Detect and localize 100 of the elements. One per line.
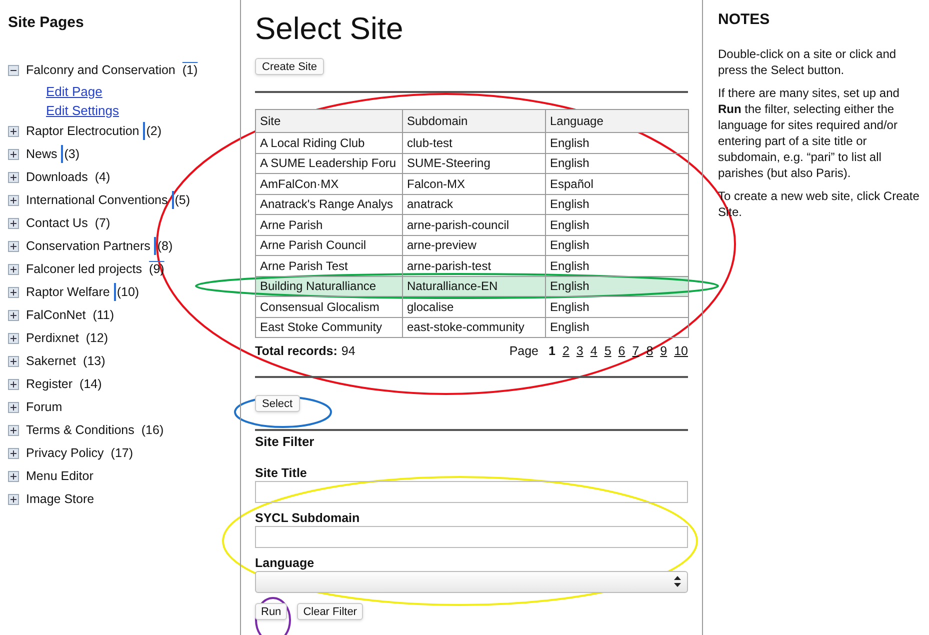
table-cell: SUME-Steering xyxy=(402,153,546,174)
page-link[interactable]: Contact Us xyxy=(26,214,88,232)
table-cell: Arne Parish xyxy=(256,214,402,235)
dropdown-field[interactable] xyxy=(255,570,688,592)
table-cell: East Stoke Community xyxy=(256,317,402,338)
table-row[interactable]: Arne Parish arne-parish-council English xyxy=(256,214,688,235)
table-cell: Arne Parish Test xyxy=(256,256,402,276)
table-row[interactable]: East Stoke Community east-stoke-community English xyxy=(256,317,688,338)
expand-icon[interactable] xyxy=(8,378,19,390)
page-number[interactable]: 4 xyxy=(590,342,598,360)
page-link[interactable]: Sakernet xyxy=(26,352,76,370)
expand-icon[interactable] xyxy=(8,240,19,252)
expand-icon[interactable] xyxy=(8,402,19,412)
create-site-button[interactable]: Create Site xyxy=(255,58,324,75)
page-action-link[interactable]: Edit Settings xyxy=(46,100,119,120)
table-cell: English xyxy=(546,132,688,153)
page-number[interactable]: 6 xyxy=(618,342,626,360)
page-link[interactable]: Privacy Policy xyxy=(26,444,104,462)
expand-icon[interactable] xyxy=(8,126,19,136)
table-cell: Falcon-MX xyxy=(402,174,546,194)
table-row[interactable]: AmFalCon·MX Falcon-MX Español xyxy=(256,174,688,194)
field-label: Site Title xyxy=(255,466,308,480)
sidebar-title: Site Pages xyxy=(8,13,85,33)
expand-icon[interactable] xyxy=(8,332,19,344)
table-cell: arne-parish-test xyxy=(402,256,546,276)
expand-icon[interactable] xyxy=(8,470,19,482)
page-count: (1) xyxy=(181,62,198,79)
expand-icon[interactable] xyxy=(8,310,19,320)
page-count: (7) xyxy=(94,214,110,232)
page-link[interactable]: Conservation Partners xyxy=(26,236,150,256)
page-number[interactable]: 5 xyxy=(604,342,612,360)
expand-icon[interactable] xyxy=(8,494,19,504)
filter-title: Site Filter xyxy=(255,433,316,451)
expand-icon[interactable] xyxy=(8,448,19,458)
table-cell: arne-parish-council xyxy=(402,214,546,235)
pager-label: Page xyxy=(509,342,539,360)
table-row[interactable]: Anatrack's Range Analys anatrack English xyxy=(256,194,688,214)
page-count: (13) xyxy=(82,352,106,370)
page-number[interactable]: 1 xyxy=(548,342,556,360)
table-cell: English xyxy=(546,317,688,338)
page-link[interactable]: Forum xyxy=(26,398,62,416)
total-label: Total records: xyxy=(255,342,338,360)
page-number[interactable]: 3 xyxy=(576,342,584,360)
column-header: Language xyxy=(546,110,688,132)
page-count: (8) xyxy=(154,236,173,256)
page-number[interactable]: 10 xyxy=(674,342,688,360)
expand-icon[interactable] xyxy=(8,424,19,436)
page-link[interactable]: Terms & Conditions xyxy=(26,420,134,440)
table-cell: Building Naturalliance xyxy=(256,276,402,296)
table-cell: Anatrack's Range Analys xyxy=(256,194,402,214)
expand-icon[interactable] xyxy=(8,148,19,160)
page-link[interactable]: News xyxy=(26,144,58,164)
page-count: (16) xyxy=(140,422,164,439)
page-link[interactable]: Register xyxy=(26,374,73,394)
page-number[interactable]: 9 xyxy=(660,342,668,360)
page-link[interactable]: Falconry and Conservation xyxy=(26,60,176,80)
page-link[interactable]: Raptor Welfare xyxy=(26,282,110,302)
page-link[interactable]: Image Store xyxy=(26,490,94,508)
notes-paragraph: Double-click on a site or click and press the Select button. xyxy=(718,46,898,78)
filter-button[interactable]: Run xyxy=(255,602,288,620)
table-row[interactable]: Consensual Glocalism glocalise English xyxy=(256,296,688,317)
page-count: (2) xyxy=(143,122,162,140)
table-row[interactable]: Building Naturalliance Naturalliance-EN English xyxy=(256,276,688,296)
table-cell: English xyxy=(546,235,688,256)
page-count: (14) xyxy=(78,376,102,393)
table-cell: A SUME Leadership Foru xyxy=(256,153,402,174)
table-row[interactable]: A SUME Leadership Foru SUME-Steering English xyxy=(256,153,688,174)
input-field[interactable] xyxy=(255,526,688,548)
input-field[interactable] xyxy=(255,480,688,502)
expand-icon[interactable] xyxy=(8,264,19,274)
page-count: (11) xyxy=(92,306,114,324)
collapse-icon[interactable] xyxy=(8,64,19,76)
page-link[interactable]: Falconer led projects xyxy=(26,260,142,278)
page-count: (12) xyxy=(84,330,108,347)
page-link[interactable]: Raptor Electrocution xyxy=(26,122,140,140)
page-title: Select Site xyxy=(255,10,404,48)
page-action-link[interactable]: Edit Page xyxy=(46,82,102,100)
field-label: Language xyxy=(255,556,316,570)
page-link[interactable]: FalConNet xyxy=(26,306,86,324)
select-button[interactable]: Select xyxy=(255,395,300,412)
page-link[interactable]: Perdixnet xyxy=(26,328,79,348)
expand-icon[interactable] xyxy=(8,356,19,366)
expand-icon[interactable] xyxy=(8,286,19,298)
page-link[interactable]: International Conventions xyxy=(26,190,168,210)
expand-icon[interactable] xyxy=(8,194,19,206)
table-cell: English xyxy=(546,296,688,317)
table-cell: English xyxy=(546,256,688,276)
expand-icon[interactable] xyxy=(8,172,19,182)
page-link[interactable]: Menu Editor xyxy=(26,466,94,486)
table-row[interactable]: A Local Riding Club club-test English xyxy=(256,132,688,153)
page-number[interactable]: 7 xyxy=(632,342,640,360)
page-number[interactable]: 2 xyxy=(562,342,570,360)
page-count: (5) xyxy=(172,190,190,210)
filter-button[interactable]: Clear Filter xyxy=(297,602,363,620)
expand-icon[interactable] xyxy=(8,218,19,228)
page-link[interactable]: Downloads xyxy=(26,168,88,186)
table-cell: club-test xyxy=(402,132,546,153)
table-row[interactable]: Arne Parish Test arne-parish-test English xyxy=(256,256,688,276)
page-count: (17) xyxy=(110,444,134,462)
table-row[interactable]: Arne Parish Council arne-preview English xyxy=(256,235,688,256)
